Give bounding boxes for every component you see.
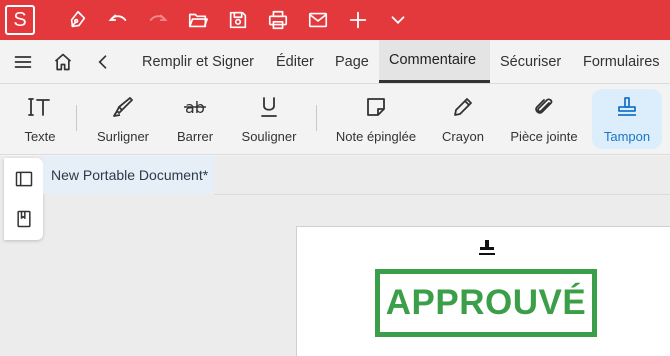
tool-label: Surligner bbox=[96, 129, 150, 144]
tool-surligner[interactable]: Surligner bbox=[92, 89, 154, 149]
tool-label: Pièce jointe bbox=[510, 129, 578, 144]
undo-icon[interactable] bbox=[106, 8, 130, 32]
tool-barrer[interactable]: ab Barrer bbox=[170, 89, 220, 149]
chevron-down-icon[interactable] bbox=[386, 8, 410, 32]
tool-souligner[interactable]: Souligner bbox=[238, 89, 300, 149]
document-page[interactable]: APPROUVÉ bbox=[296, 226, 670, 356]
tab-label: Page bbox=[335, 53, 369, 70]
divider bbox=[76, 105, 77, 131]
tab-page[interactable]: Page bbox=[335, 40, 369, 83]
approved-stamp[interactable]: APPROUVÉ bbox=[375, 269, 597, 337]
tab-securiser[interactable]: Sécuriser bbox=[500, 40, 561, 83]
tab-divider bbox=[214, 194, 670, 195]
tool-label: Tampon bbox=[603, 129, 651, 144]
paperclip-icon bbox=[528, 91, 560, 123]
tab-editer[interactable]: Éditer bbox=[276, 40, 314, 83]
home-icon[interactable] bbox=[52, 51, 74, 73]
pencil-icon bbox=[447, 91, 479, 123]
underline-icon bbox=[253, 91, 285, 123]
bookmark-icon[interactable] bbox=[13, 208, 35, 230]
tool-tampon[interactable]: Tampon bbox=[592, 89, 662, 149]
tab-label: Éditer bbox=[276, 53, 314, 70]
back-chevron-icon[interactable] bbox=[92, 51, 114, 73]
side-panel bbox=[4, 158, 43, 240]
stamp-cursor-icon bbox=[478, 239, 496, 257]
tab-label: Sécuriser bbox=[500, 53, 562, 70]
menu-tabs-bar: Remplir et Signer Éditer Page Commentair… bbox=[0, 40, 670, 84]
print-icon[interactable] bbox=[266, 8, 290, 32]
pen-icon[interactable] bbox=[66, 8, 90, 32]
comment-tools-ribbon: Texte Surligner ab Barrer Souligner Note… bbox=[0, 85, 670, 155]
tab-label: Remplir et Signer bbox=[142, 53, 255, 70]
stamp-text: APPROUVÉ bbox=[385, 283, 587, 322]
document-tab[interactable]: New Portable Document* bbox=[43, 156, 214, 194]
panel-toggle-icon[interactable] bbox=[13, 168, 35, 190]
stamp-icon bbox=[611, 91, 643, 123]
add-icon[interactable] bbox=[346, 8, 370, 32]
redo-icon bbox=[146, 8, 170, 32]
tab-label: Commentaire bbox=[389, 52, 477, 68]
tab-formulaires[interactable]: Formulaires bbox=[583, 40, 660, 83]
tool-note-epinglee[interactable]: Note épinglée bbox=[334, 89, 418, 149]
strikethrough-icon: ab bbox=[179, 91, 211, 123]
tool-piece-jointe[interactable]: Pièce jointe bbox=[506, 89, 582, 149]
save-icon[interactable] bbox=[226, 8, 250, 32]
tool-texte[interactable]: Texte bbox=[18, 89, 62, 149]
tool-label: Souligner bbox=[241, 129, 297, 144]
document-workspace: New Portable Document* APPROUVÉ bbox=[0, 156, 670, 356]
tab-label: Formulaires bbox=[583, 53, 660, 70]
open-folder-icon[interactable] bbox=[186, 8, 210, 32]
app-logo-letter: S bbox=[13, 8, 27, 31]
mail-icon[interactable] bbox=[306, 8, 330, 32]
sticky-note-icon bbox=[360, 91, 392, 123]
divider bbox=[316, 105, 317, 131]
hamburger-menu-icon[interactable] bbox=[12, 51, 34, 73]
tab-remplir-et-signer[interactable]: Remplir et Signer bbox=[142, 40, 254, 83]
title-bar: S bbox=[0, 0, 670, 40]
tool-label: Note épinglée bbox=[335, 129, 417, 144]
tool-label: Texte bbox=[24, 129, 56, 144]
tool-label: Barrer bbox=[176, 129, 214, 144]
text-tool-icon bbox=[24, 91, 56, 123]
app-logo[interactable]: S bbox=[5, 5, 35, 35]
document-tab-title: New Portable Document* bbox=[51, 167, 209, 183]
tool-crayon[interactable]: Crayon bbox=[438, 89, 488, 149]
tab-commentaire[interactable]: Commentaire bbox=[379, 40, 490, 83]
tool-label: Crayon bbox=[442, 129, 484, 144]
highlighter-icon bbox=[107, 91, 139, 123]
